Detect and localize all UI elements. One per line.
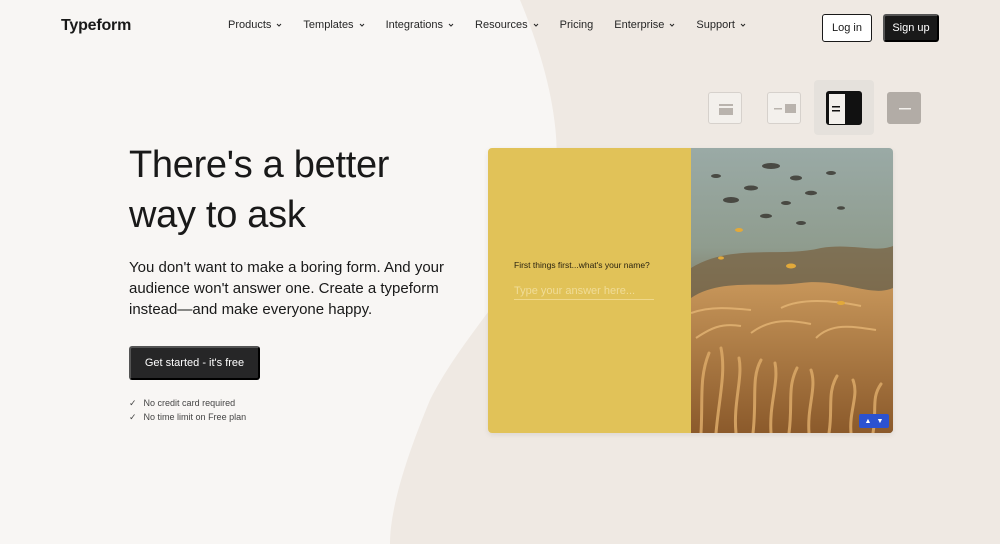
benefit-item: ✓ No credit card required bbox=[129, 397, 236, 409]
layout-wallpaper-icon bbox=[899, 108, 911, 110]
layout-stack-button[interactable] bbox=[708, 92, 742, 124]
chevron-down-icon bbox=[533, 23, 538, 27]
demo-form-panel: First things first...what's your name? bbox=[488, 148, 691, 433]
chevron-down-icon bbox=[359, 23, 364, 27]
check-icon: ✓ bbox=[129, 397, 137, 408]
demo-answer-input[interactable] bbox=[514, 282, 654, 300]
hero-headline: There's a better way to ask bbox=[129, 144, 390, 236]
login-button[interactable]: Log in bbox=[822, 14, 872, 42]
get-started-button[interactable]: Get started - it's free bbox=[129, 346, 260, 380]
signup-button[interactable]: Sign up bbox=[883, 14, 939, 42]
menu-item-integrations[interactable]: Integrations bbox=[386, 19, 454, 31]
layout-wallpaper-button[interactable] bbox=[887, 92, 921, 124]
demo-question: First things first...what's your name? bbox=[514, 260, 650, 270]
menu-item-pricing[interactable]: Pricing bbox=[560, 19, 594, 31]
layout-switcher bbox=[0, 80, 1000, 136]
demo-nav-arrows[interactable]: ▲ ▼ bbox=[859, 414, 889, 428]
menu-item-products[interactable]: Products bbox=[228, 19, 282, 31]
layout-split-large-icon bbox=[829, 94, 845, 124]
chevron-down-icon bbox=[448, 23, 454, 27]
main-menu: Products Templates Integrations Resource… bbox=[228, 19, 767, 31]
layout-split-large-button[interactable] bbox=[826, 91, 862, 125]
layout-stack-icon bbox=[719, 104, 733, 115]
coral-reef-image bbox=[691, 148, 893, 433]
benefit-item: ✓ No time limit on Free plan bbox=[129, 411, 247, 423]
menu-item-resources[interactable]: Resources bbox=[475, 19, 539, 31]
hero-subcopy: You don't want to make a boring form. An… bbox=[129, 259, 444, 318]
chevron-down-icon bbox=[740, 23, 746, 27]
chevron-up-icon[interactable]: ▲ bbox=[865, 418, 872, 425]
benefit-list: ✓ No credit card required ✓ No time limit … bbox=[129, 396, 246, 424]
typeform-logo[interactable]: Typeform bbox=[61, 17, 131, 35]
chevron-down-icon[interactable]: ▼ bbox=[877, 418, 884, 425]
menu-item-enterprise[interactable]: Enterprise bbox=[614, 19, 675, 31]
top-navigation: Typeform Products Templates Integrations… bbox=[0, 0, 1000, 55]
menu-item-support[interactable]: Support bbox=[696, 19, 746, 31]
layout-split-small-icon bbox=[774, 104, 796, 113]
menu-item-templates[interactable]: Templates bbox=[303, 19, 364, 31]
check-icon: ✓ bbox=[129, 411, 137, 422]
demo-form-preview: First things first...what's your name? T… bbox=[488, 148, 893, 433]
layout-split-small-button[interactable] bbox=[767, 92, 801, 124]
chevron-down-icon bbox=[277, 23, 282, 27]
chevron-down-icon bbox=[670, 23, 675, 27]
